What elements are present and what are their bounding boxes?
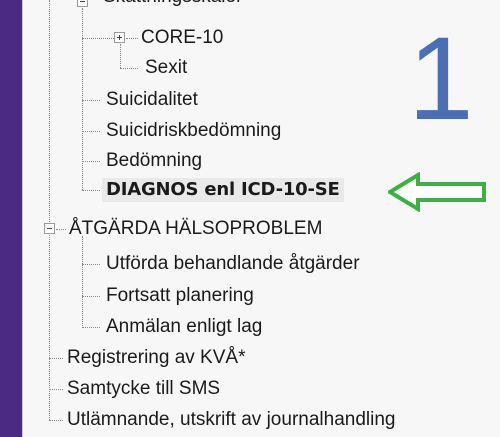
- tree-item-diagnos[interactable]: DIAGNOS enl ICD-10-SE: [102, 178, 344, 202]
- tree-line: [49, 358, 63, 359]
- collapse-icon[interactable]: [77, 0, 88, 7]
- tree-line: [82, 161, 100, 162]
- collapse-icon[interactable]: [44, 223, 55, 234]
- tree-item-suicidalitet[interactable]: Suicidalitet: [106, 88, 198, 112]
- tree-line: [82, 131, 100, 132]
- tree-item-anmalan-enligt-lag[interactable]: Anmälan enligt lag: [106, 315, 262, 339]
- tree-item-registrering-kva[interactable]: Registrering av KVÅ*: [67, 346, 245, 370]
- tree-line: [82, 190, 100, 191]
- tree-item-clipped[interactable]: Skattningsskalor: [103, 0, 242, 9]
- tree-line: [49, 0, 50, 420]
- annotation-number: 1: [408, 13, 474, 145]
- tree-line: [56, 229, 66, 230]
- tree-line: [49, 420, 63, 421]
- tree-line: [126, 38, 138, 39]
- tree-item-core10[interactable]: CORE-10: [141, 26, 223, 50]
- tree-line: [82, 296, 100, 297]
- tree-item-atgarda-halsoproblem[interactable]: ÅTGÄRDA HÄLSOPROBLEM: [69, 217, 322, 241]
- tree-item-fortsatt-planering[interactable]: Fortsatt planering: [106, 284, 254, 308]
- tree-line: [82, 327, 100, 328]
- tree-line: [120, 68, 138, 69]
- expand-icon[interactable]: [114, 32, 125, 43]
- tree-line: [82, 38, 114, 39]
- tree-line: [82, 264, 100, 265]
- tree-line: [82, 8, 83, 190]
- tree-item-sexit[interactable]: Sexit: [145, 56, 187, 80]
- tree-item-utforda-atgarder[interactable]: Utförda behandlande åtgärder: [106, 252, 360, 276]
- tree-line: [82, 100, 100, 101]
- tree-item-samtycke-sms[interactable]: Samtycke till SMS: [67, 377, 220, 401]
- tree-line: [82, 236, 83, 328]
- tree-item-bedomning[interactable]: Bedömning: [106, 149, 202, 173]
- green-arrow-left-icon: [388, 172, 486, 212]
- tree-line: [120, 44, 121, 68]
- tree-item-suicidriskbedomning[interactable]: Suicidriskbedömning: [106, 119, 281, 143]
- tree-line: [49, 389, 63, 390]
- tree-item-utlamnande[interactable]: Utlämnande, utskrift av journalhandling: [67, 408, 395, 432]
